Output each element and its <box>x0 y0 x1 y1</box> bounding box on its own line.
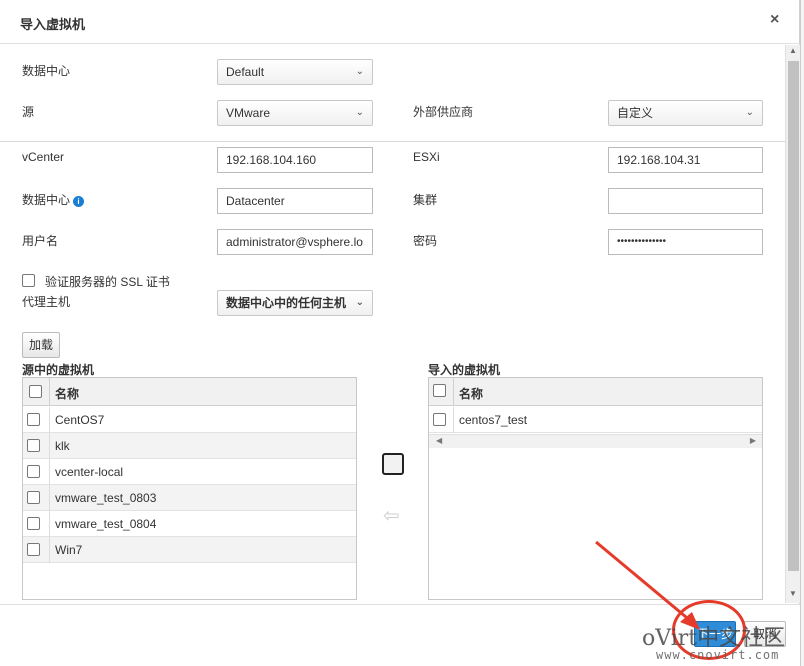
chevron-down-icon: ⌄ <box>745 107 754 118</box>
row-checkbox[interactable] <box>27 439 40 452</box>
table-row[interactable]: vcenter-local <box>23 459 356 485</box>
vertical-scrollbar[interactable]: ▲ ▼ <box>785 45 800 603</box>
source-vms-table: 名称 CentOS7 klk vcenter-local vmware_test_08… <box>22 377 357 600</box>
load-button[interactable]: 加载 <box>22 332 60 358</box>
vm-name: klk <box>55 439 70 453</box>
table-row[interactable]: vmware_test_0804 <box>23 511 356 537</box>
ssl-label: 验证服务器的 SSL 证书 <box>45 275 170 289</box>
table-row[interactable]: vmware_test_0803 <box>23 485 356 511</box>
cluster-label: 集群 <box>413 193 438 207</box>
arrow-left-icon[interactable]: ⇦ <box>383 503 400 528</box>
row-checkbox[interactable] <box>27 543 40 556</box>
chevron-down-icon: ⌄ <box>355 66 364 77</box>
scroll-down-icon[interactable]: ▼ <box>789 589 797 598</box>
dialog-title: 导入虚拟机 <box>20 17 86 32</box>
chevron-down-icon: ⌄ <box>355 297 364 308</box>
vm-name: CentOS7 <box>55 413 105 427</box>
row-checkbox[interactable] <box>27 517 40 530</box>
scroll-thumb[interactable] <box>788 61 799 571</box>
datacenter-select-value: Default <box>226 65 265 79</box>
password-input[interactable]: •••••••••••••• <box>608 229 763 255</box>
dialog-header: 导入虚拟机 × <box>0 0 800 44</box>
provider-select-value: 自定义 <box>617 106 654 120</box>
background-window-edge <box>800 0 804 666</box>
table-row[interactable]: klk <box>23 433 356 459</box>
scroll-left-icon[interactable]: ◀ <box>436 436 442 445</box>
password-label: 密码 <box>413 234 438 248</box>
row-checkbox[interactable] <box>433 413 446 426</box>
watermark-url: www.cnovirt.com <box>656 648 780 662</box>
imported-vms-title: 导入的虚拟机 <box>428 363 501 377</box>
table-row[interactable]: CentOS7 <box>23 407 356 433</box>
section-divider <box>0 141 785 142</box>
table-header: 名称 <box>429 378 762 406</box>
source-select[interactable]: VMware ⌄ <box>217 100 373 126</box>
table-row[interactable]: Win7 <box>23 537 356 563</box>
vcenter-label: vCenter <box>22 150 65 164</box>
source-label: 源 <box>22 105 35 119</box>
import-vm-dialog: 导入虚拟机 × 数据中心 Default ⌄ 源 VMware ⌄ 外部供应商 … <box>0 0 800 666</box>
proxy-select[interactable]: 数据中心中的任何主机 ⌄ <box>217 290 373 316</box>
vm-name: vmware_test_0804 <box>55 517 157 531</box>
vm-name: vcenter-local <box>55 465 124 479</box>
scroll-up-icon[interactable]: ▲ <box>789 46 797 55</box>
ssl-checkbox[interactable] <box>22 274 35 287</box>
horizontal-scrollbar[interactable]: ◀ ▶ <box>429 434 762 448</box>
table-row[interactable]: centos7_test <box>429 407 762 433</box>
chevron-down-icon: ⌄ <box>355 107 364 118</box>
username-input[interactable]: administrator@vsphere.lo <box>217 229 373 255</box>
esxi-label: ESXi <box>413 150 440 164</box>
column-name-header[interactable]: 名称 <box>459 385 483 402</box>
dialog-body: 数据中心 Default ⌄ 源 VMware ⌄ 外部供应商 自定义 ⌄ vC… <box>0 45 785 603</box>
source-vms-title: 源中的虚拟机 <box>22 363 95 377</box>
scroll-right-icon[interactable]: ▶ <box>750 436 756 445</box>
dc-label-text: 数据中心 <box>22 193 71 207</box>
dc-label: 数据中心 i <box>22 191 85 208</box>
row-checkbox[interactable] <box>27 491 40 504</box>
source-select-value: VMware <box>226 106 271 120</box>
table-header: 名称 <box>23 378 356 406</box>
proxy-select-value: 数据中心中的任何主机 <box>226 296 347 310</box>
info-icon[interactable]: i <box>73 196 85 207</box>
cluster-input[interactable] <box>608 188 763 214</box>
row-checkbox[interactable] <box>27 465 40 478</box>
proxy-label: 代理主机 <box>22 295 71 309</box>
close-icon[interactable]: × <box>770 11 779 29</box>
move-right-button[interactable] <box>382 453 404 475</box>
username-label: 用户名 <box>22 234 59 248</box>
vm-name: vmware_test_0803 <box>55 491 157 505</box>
provider-label: 外部供应商 <box>413 105 474 119</box>
select-all-checkbox[interactable] <box>29 385 42 398</box>
column-name-header[interactable]: 名称 <box>55 385 79 402</box>
provider-select[interactable]: 自定义 ⌄ <box>608 100 763 126</box>
datacenter-label: 数据中心 <box>22 64 71 78</box>
vm-name: centos7_test <box>459 413 528 427</box>
select-all-checkbox[interactable] <box>433 384 446 397</box>
imported-vms-table: 名称 centos7_test ◀ ▶ <box>428 377 763 600</box>
vm-name: Win7 <box>55 543 83 557</box>
esxi-input[interactable]: 192.168.104.31 <box>608 147 763 173</box>
datacenter-select[interactable]: Default ⌄ <box>217 59 373 85</box>
row-checkbox[interactable] <box>27 413 40 426</box>
vcenter-input[interactable]: 192.168.104.160 <box>217 147 373 173</box>
dc-input[interactable]: Datacenter <box>217 188 373 214</box>
